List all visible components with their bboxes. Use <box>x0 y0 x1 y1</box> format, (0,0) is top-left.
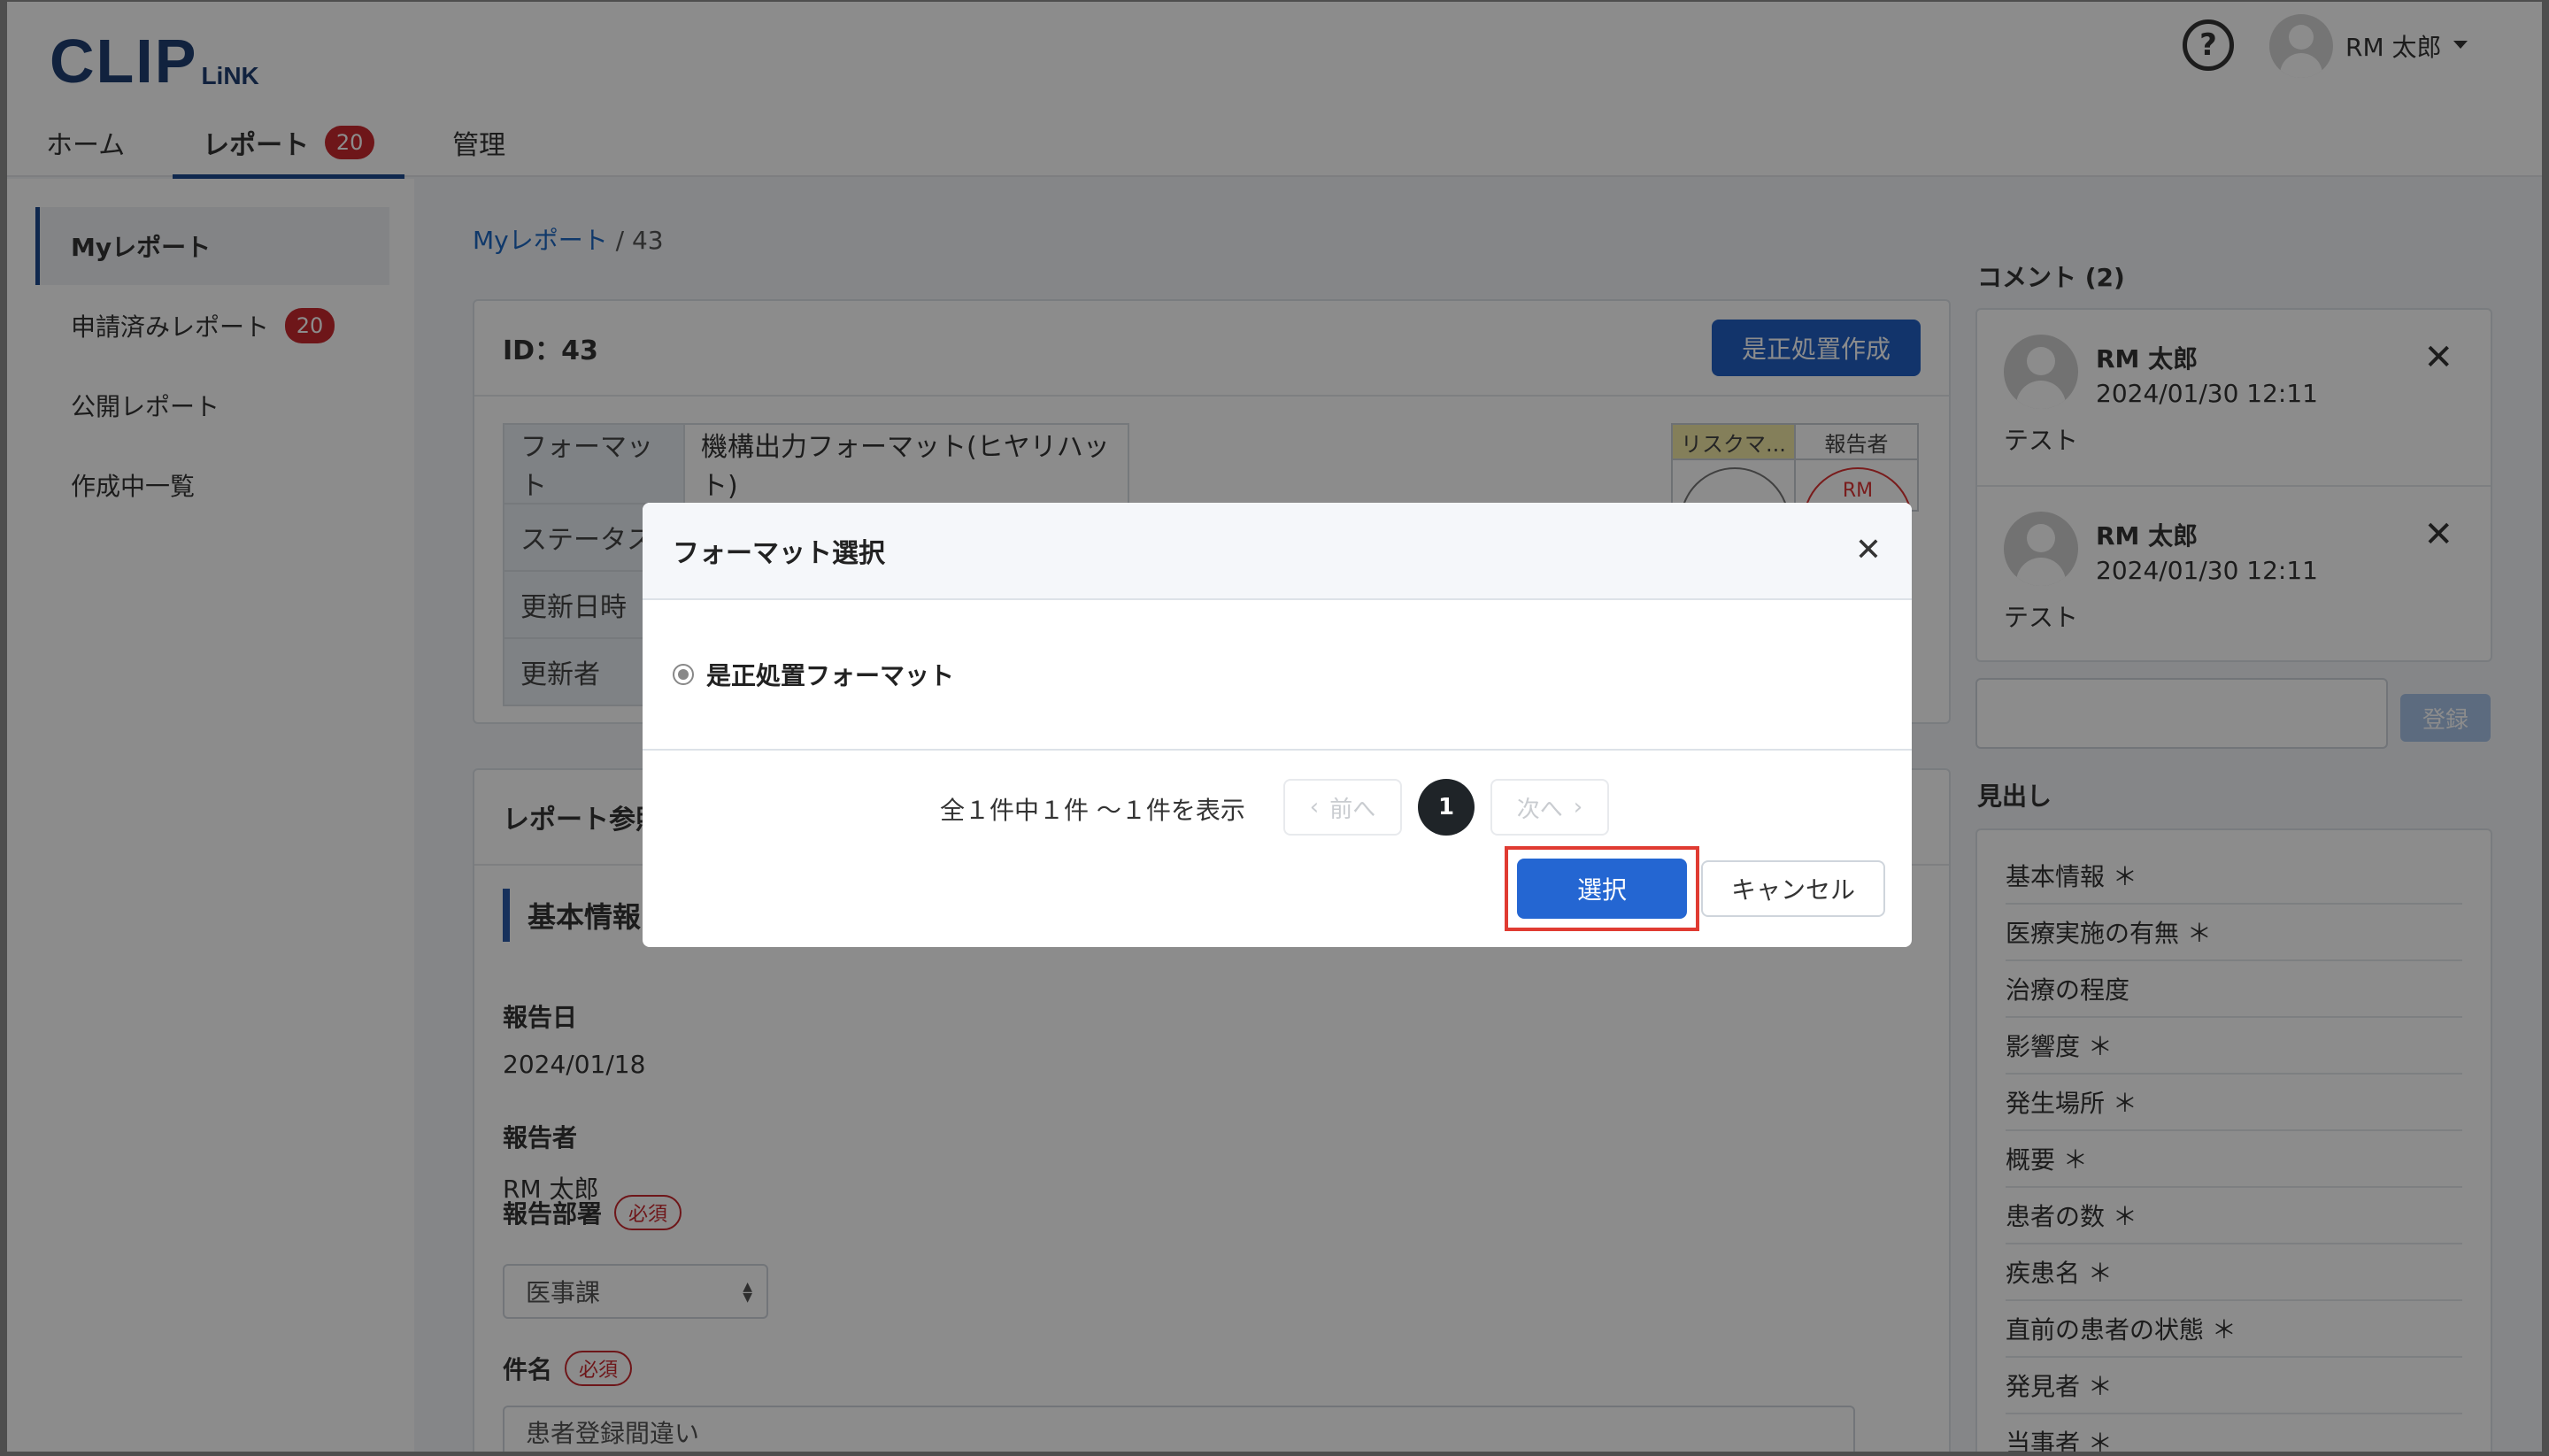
prev-page-button[interactable]: ‹ 前へ <box>1283 779 1402 836</box>
prev-page-label: 前へ <box>1329 796 1376 823</box>
format-option-label[interactable]: 是正処置フォーマット <box>706 657 954 692</box>
select-button[interactable]: 選択 <box>1517 859 1687 919</box>
chevron-right-icon: › <box>1573 794 1583 820</box>
close-icon[interactable]: ✕ <box>1855 535 1882 566</box>
format-option-radio[interactable] <box>673 664 694 685</box>
select-button-highlight: 選択 <box>1505 846 1699 931</box>
format-select-modal: フォーマット選択 ✕ 是正処置フォーマット 全１件中１件 〜１件を表示 ‹ 前へ… <box>643 503 1912 947</box>
chevron-left-icon: ‹ <box>1309 794 1320 820</box>
cancel-button[interactable]: キャンセル <box>1701 860 1885 917</box>
page-number-current[interactable]: 1 <box>1418 779 1475 836</box>
modal-title: フォーマット選択 <box>673 538 885 569</box>
format-option-list: 是正処置フォーマット <box>643 600 1912 751</box>
next-page-button[interactable]: 次へ › <box>1490 779 1609 836</box>
pagination-summary: 全１件中１件 〜１件を表示 <box>940 796 1245 825</box>
radio-selected-dot <box>678 669 689 680</box>
modal-header: フォーマット選択 ✕ <box>643 503 1912 600</box>
pagination: 全１件中１件 〜１件を表示 ‹ 前へ 1 次へ › <box>643 779 1912 837</box>
next-page-label: 次へ <box>1516 796 1563 823</box>
